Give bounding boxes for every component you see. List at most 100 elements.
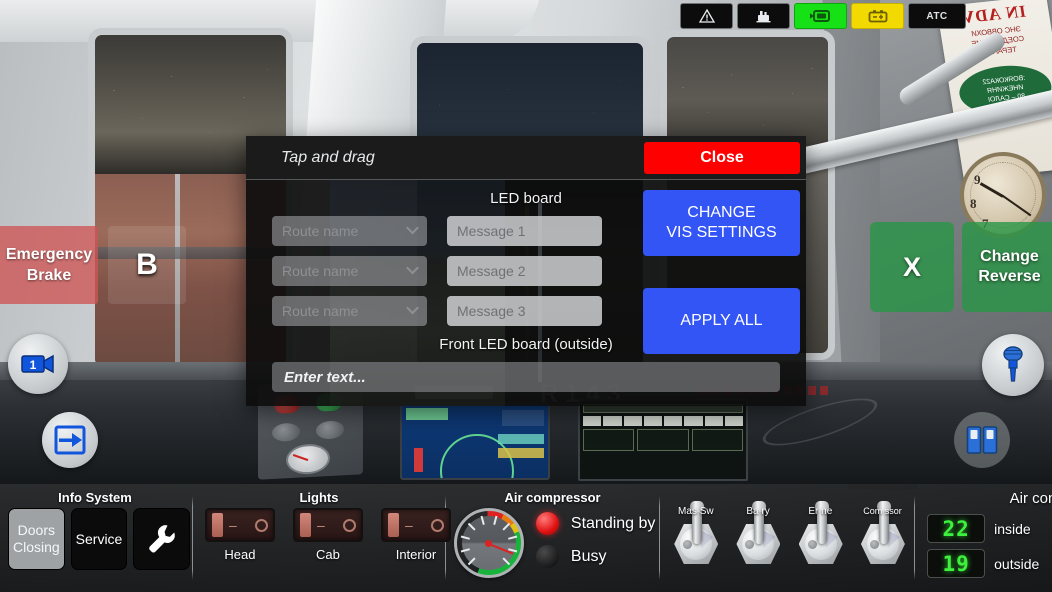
light-switch-head[interactable]: – Head: [204, 508, 275, 562]
emergency-brake-label-line1: Emergency: [5, 246, 93, 263]
change-vis-settings-button[interactable]: CHANGE VIS SETTINGS: [643, 190, 800, 256]
change-reverse-button[interactable]: Change Reverse: [962, 222, 1052, 312]
rocker-circle-icon: [430, 518, 444, 532]
doors-closing-button[interactable]: Doors Closing: [8, 508, 65, 570]
inside-temp-label: inside: [994, 520, 1031, 537]
battery-icon: [868, 10, 887, 23]
dialog-title-bar[interactable]: Tap and drag Close: [246, 136, 806, 180]
compressor-state-label: Standing by: [570, 514, 656, 532]
route-name-placeholder: Route name: [282, 263, 359, 279]
atc-indicator[interactable]: ATC: [908, 3, 966, 29]
dashboard-knob: [316, 420, 344, 440]
route-name-placeholder: Route name: [282, 303, 359, 319]
announcement-mic-button[interactable]: [982, 334, 1044, 396]
microphone-icon: [1003, 346, 1023, 382]
rocker-paddle: [211, 513, 223, 537]
screen-yellow-bar: [498, 448, 544, 458]
svg-text:1: 1: [30, 358, 37, 372]
route-name-placeholder: Route name: [282, 223, 359, 239]
master-switch-toggle[interactable]: Mas Sw: [666, 498, 725, 574]
change-vis-line2: VIS SETTINGS: [666, 224, 777, 241]
chevron-down-icon: [406, 261, 419, 275]
door-indicator[interactable]: [794, 3, 847, 29]
toggle-label: Ba ry: [746, 506, 770, 517]
emergency-brake-label-line2: Brake: [26, 267, 72, 284]
toggle-label: Com ssor: [863, 506, 902, 516]
info-system-buttons: Doors Closing Service: [0, 508, 191, 570]
message-placeholder: Message 2: [457, 263, 526, 279]
temperature-reading-inside: 22 inside: [927, 514, 1052, 543]
screen-red-bar: [414, 448, 423, 472]
dashboard-data-panel: [578, 399, 748, 481]
camera-view-button[interactable]: 1: [8, 334, 68, 394]
warning-triangle-icon: [698, 9, 715, 23]
message-placeholder: Message 3: [457, 303, 526, 319]
air-compressor-content: Standing by Busy: [448, 508, 657, 578]
settings-wrench-button[interactable]: [133, 508, 191, 570]
route-name-select-2[interactable]: Route name: [272, 256, 427, 286]
message-input-3[interactable]: Message 3: [447, 296, 602, 326]
rocker-circle-icon: [342, 518, 356, 532]
status-lamp-inactive: [535, 545, 559, 568]
wrench-icon: [148, 525, 175, 553]
front-led-placeholder: Enter text...: [284, 368, 366, 386]
doors-closing-line2: Closing: [12, 539, 60, 555]
engine-switch-toggle[interactable]: Er ne: [791, 498, 850, 574]
message-input-1[interactable]: Message 1: [447, 216, 602, 246]
exit-cab-button[interactable]: [42, 412, 98, 468]
toggle-switch-row: Mas Sw Ba ry Er ne Com ssor: [662, 498, 912, 574]
close-button[interactable]: Close: [644, 142, 800, 174]
light-switch-cab[interactable]: – Cab: [292, 508, 363, 562]
change-vis-line1: CHANGE: [687, 204, 756, 221]
rocker-switch[interactable]: –: [292, 508, 363, 542]
toggle-label: Er ne: [808, 506, 833, 517]
screen-text-block: [502, 410, 544, 426]
data-panel-cells: [583, 429, 743, 451]
air-conditioner-section: Air condi 22 inside 19 outside: [917, 484, 1052, 592]
dashboard-knob: [272, 422, 300, 443]
toggle-switches-section: Mas Sw Ba ry Er ne Com ssor: [662, 484, 912, 592]
clock-number: 8: [970, 196, 977, 211]
message-input-2[interactable]: Message 2: [447, 256, 602, 286]
temperature-reading-outside: 19 outside: [927, 549, 1052, 578]
rocker-paddle: [299, 513, 311, 537]
brake-b-button[interactable]: B: [108, 226, 186, 304]
info-system-section: Info System Doors Closing Service: [0, 484, 191, 592]
gauge-hub: [485, 539, 493, 547]
compressor-state-busy: Busy: [535, 545, 656, 568]
emergency-brake-button[interactable]: Emergency Brake: [0, 226, 98, 304]
battery-indicator[interactable]: [851, 3, 904, 29]
dialog-action-buttons: CHANGE VIS SETTINGS APPLY ALL: [643, 190, 800, 354]
rocker-paddle: [387, 513, 399, 537]
rocker-dash-icon: –: [228, 517, 237, 533]
dashboard-mini-gauge: [286, 442, 330, 476]
change-reverse-line1: Change: [980, 248, 1039, 265]
status-indicator-bar: ATC: [680, 2, 966, 30]
battery-switch-toggle[interactable]: Ba ry: [728, 498, 787, 574]
outside-temp-display: 19: [927, 549, 986, 578]
compressor-indicator[interactable]: [737, 3, 790, 29]
compressor-state-label: Busy: [570, 547, 607, 565]
route-name-select-1[interactable]: Route name: [272, 216, 427, 246]
lights-title: Lights: [299, 490, 339, 505]
compressor-switch-toggle[interactable]: Com ssor: [853, 498, 912, 574]
camera-1-icon: 1: [21, 354, 54, 374]
front-led-text-input[interactable]: Enter text...: [272, 362, 780, 392]
panel-divider: [192, 496, 193, 580]
cancel-x-button[interactable]: X: [870, 222, 954, 312]
route-name-select-3[interactable]: Route name: [272, 296, 427, 326]
rocker-dash-icon: –: [316, 517, 325, 533]
game-screen: IN ADV ЭНС ОВВОХИСОЕДИНЕНИЕТЕРАПИЯ :ВОЯК…: [0, 0, 1052, 592]
warning-indicator[interactable]: [680, 3, 733, 29]
service-button[interactable]: Service: [70, 508, 128, 570]
led-board-dialog: Tap and drag Close LED board Route name …: [246, 136, 806, 406]
rocker-switch[interactable]: –: [204, 508, 275, 542]
air-compressor-states: Standing by Busy: [535, 508, 656, 578]
rocker-switch[interactable]: –: [380, 508, 451, 542]
chevron-down-icon: [406, 221, 419, 235]
dashboard-display-screen: [400, 402, 550, 480]
light-switch-interior[interactable]: – Interior: [380, 508, 451, 562]
apply-all-button[interactable]: APPLY ALL: [643, 288, 800, 354]
door-control-button[interactable]: [954, 412, 1010, 468]
air-compressor-section: Air compressor Standing by Busy: [448, 484, 657, 592]
